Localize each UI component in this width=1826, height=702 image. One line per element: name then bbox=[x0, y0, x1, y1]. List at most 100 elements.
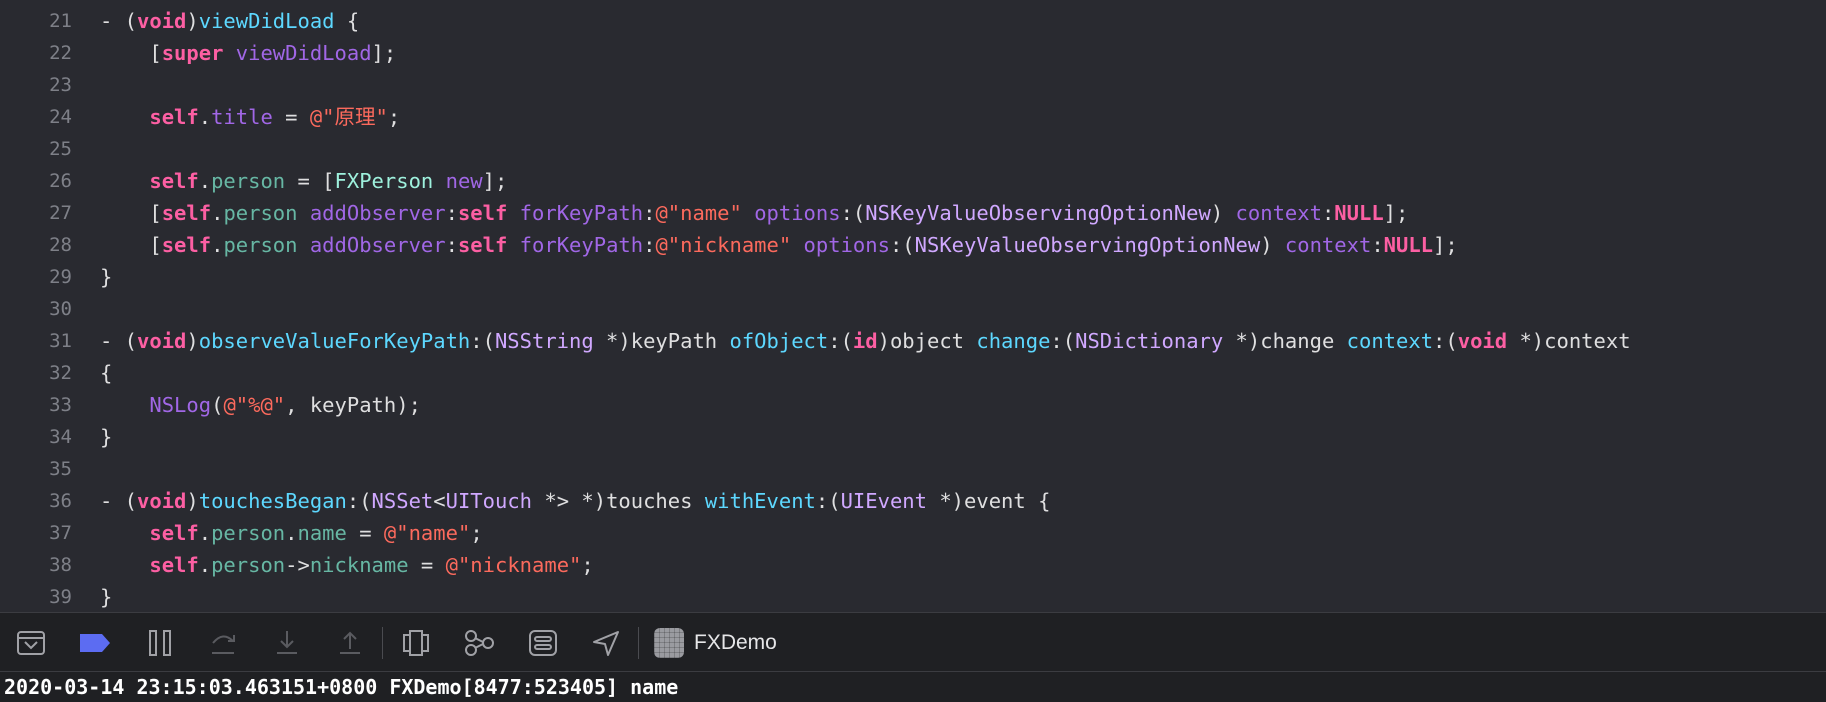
code-token: UITouch bbox=[445, 489, 533, 513]
line-number: 29 bbox=[49, 266, 72, 288]
code-line[interactable]: 31- (void)observeValueForKeyPath:(NSStri… bbox=[0, 325, 1826, 357]
code-token: = bbox=[346, 521, 384, 545]
code-token: FXPerson bbox=[334, 169, 434, 193]
code-line[interactable]: 29} bbox=[0, 261, 1826, 293]
code-token: options bbox=[754, 201, 841, 225]
code-token: : bbox=[1371, 233, 1384, 257]
code-line[interactable]: 27 [self.person addObserver:self forKeyP… bbox=[0, 197, 1826, 229]
code-token: . bbox=[198, 521, 212, 545]
code-token: ; bbox=[581, 553, 594, 577]
step-over-icon[interactable] bbox=[206, 626, 240, 660]
breakpoints-toggle-icon[interactable] bbox=[78, 626, 112, 660]
code-token: *)keyPath bbox=[593, 329, 730, 353]
code-token: @"%@" bbox=[223, 393, 286, 417]
code-token: addObserver bbox=[309, 201, 446, 225]
code-text: - (void)observeValueForKeyPath:(NSString… bbox=[100, 325, 1631, 357]
code-token: ) bbox=[1260, 233, 1285, 257]
code-line[interactable]: 21 - (void)viewDidLoad { bbox=[0, 5, 1826, 37]
code-line[interactable]: 26 self.person = [FXPerson new]; bbox=[0, 165, 1826, 197]
code-token: change bbox=[976, 329, 1051, 353]
code-token: person bbox=[223, 233, 298, 257]
code-line[interactable]: 25 bbox=[0, 133, 1826, 165]
code-text: self.person.name = @"name"; bbox=[100, 517, 482, 549]
code-text: [self.person addObserver:self forKeyPath… bbox=[100, 229, 1458, 261]
code-token: :( bbox=[840, 201, 866, 225]
target-name[interactable]: FXDemo bbox=[694, 613, 777, 673]
view-hierarchy-icon[interactable] bbox=[399, 626, 433, 660]
code-line[interactable]: 35 bbox=[0, 453, 1826, 485]
code-token: self bbox=[457, 201, 508, 225]
line-number: 25 bbox=[49, 138, 72, 160]
code-line[interactable]: 23 bbox=[0, 69, 1826, 101]
code-text: } bbox=[100, 581, 112, 612]
code-token: *> *)touches bbox=[532, 489, 705, 513]
code-token: NULL bbox=[1334, 201, 1384, 225]
code-token: ) bbox=[186, 489, 199, 513]
code-editor[interactable]: 21- (void)viewDidLoad {22 [super viewDid… bbox=[0, 0, 1826, 612]
line-number: 32 bbox=[49, 362, 72, 384]
code-line[interactable]: 33 NSLog(@"%@", keyPath); bbox=[0, 389, 1826, 421]
code-token: :( bbox=[1050, 329, 1076, 353]
code-text: NSLog(@"%@", keyPath); bbox=[100, 389, 421, 421]
code-token: observeValueForKeyPath bbox=[198, 329, 471, 353]
code-token: self bbox=[149, 169, 199, 193]
code-token: void bbox=[137, 329, 187, 353]
code-token: void bbox=[137, 489, 187, 513]
code-token: self bbox=[161, 233, 212, 257]
line-number: 21 bbox=[49, 10, 72, 32]
code-line[interactable]: 34} bbox=[0, 421, 1826, 453]
code-token: ( bbox=[211, 393, 224, 417]
code-token: void bbox=[137, 9, 187, 33]
code-token: context bbox=[1235, 201, 1322, 225]
code-token: . bbox=[198, 169, 212, 193]
memory-graph-icon[interactable] bbox=[462, 626, 496, 660]
code-line[interactable]: 30 bbox=[0, 293, 1826, 325]
hide-debug-area-icon[interactable] bbox=[14, 626, 48, 660]
code-token: ]; bbox=[371, 41, 397, 65]
code-line[interactable]: 32 { bbox=[0, 357, 1826, 389]
code-token: NSString bbox=[494, 329, 594, 353]
code-line[interactable]: 38 self.person->nickname = @"nickname"; bbox=[0, 549, 1826, 581]
pause-icon[interactable] bbox=[143, 626, 177, 660]
code-token: NULL bbox=[1383, 233, 1434, 257]
line-number: 39 bbox=[49, 586, 72, 608]
code-line[interactable]: 22 [super viewDidLoad]; bbox=[0, 37, 1826, 69]
code-token: < bbox=[433, 489, 446, 513]
line-number: 26 bbox=[49, 170, 72, 192]
code-token: context bbox=[1346, 329, 1434, 353]
code-token: addObserver bbox=[309, 233, 446, 257]
code-line[interactable]: 36- (void)touchesBegan:(NSSet<UITouch *>… bbox=[0, 485, 1826, 517]
line-number: 34 bbox=[49, 426, 72, 448]
code-token: viewDidLoad bbox=[235, 41, 372, 65]
code-token: NSKeyValueObservingOptionNew bbox=[914, 233, 1261, 257]
code-line[interactable]: 28 [self.person addObserver:self forKeyP… bbox=[0, 229, 1826, 261]
code-token: NSLog bbox=[149, 393, 212, 417]
step-out-icon[interactable] bbox=[333, 626, 367, 660]
code-token: :( bbox=[470, 329, 495, 353]
code-text: - (void)touchesBegan:(NSSet<UITouch *> *… bbox=[100, 485, 1050, 517]
simulate-location-icon[interactable] bbox=[589, 626, 623, 660]
code-token: self bbox=[149, 105, 199, 129]
code-token: *)context bbox=[1507, 329, 1631, 353]
code-token: forKeyPath bbox=[519, 233, 644, 257]
code-token: ]; bbox=[1433, 233, 1458, 257]
environment-overrides-icon[interactable] bbox=[526, 626, 560, 660]
code-token: : bbox=[643, 233, 656, 257]
line-number: 30 bbox=[49, 298, 72, 320]
code-line[interactable]: 24 self.title = @"原理"; bbox=[0, 101, 1826, 133]
code-token: forKeyPath bbox=[519, 201, 644, 225]
code-token: :( bbox=[815, 489, 841, 513]
code-line[interactable]: 37 self.person.name = @"name"; bbox=[0, 517, 1826, 549]
line-number: 27 bbox=[49, 202, 72, 224]
line-number: 22 bbox=[49, 42, 72, 64]
code-token: @"原理" bbox=[309, 105, 388, 129]
code-line[interactable]: 39} bbox=[0, 581, 1826, 612]
code-token: ]; bbox=[482, 169, 508, 193]
code-token: withEvent bbox=[704, 489, 816, 513]
code-token: nickname bbox=[309, 553, 409, 577]
step-into-icon[interactable] bbox=[270, 626, 304, 660]
